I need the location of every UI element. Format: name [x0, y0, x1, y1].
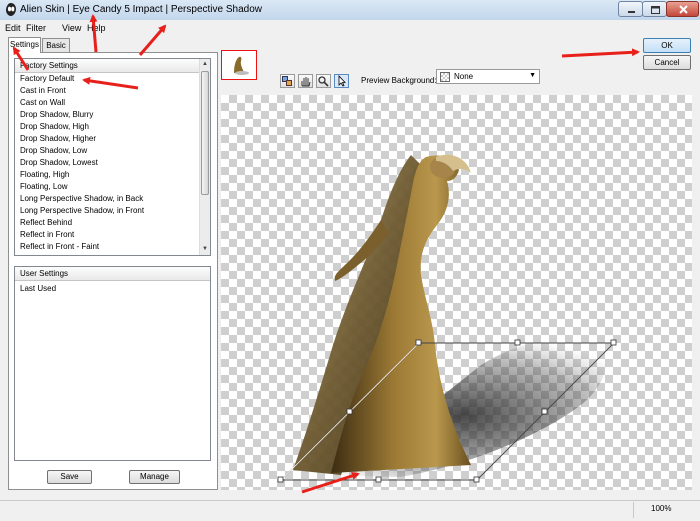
list-scrollbar[interactable]: ▲ ▼ — [199, 59, 210, 255]
list-item[interactable]: Factory Default — [20, 73, 74, 85]
list-item[interactable]: Reflect Behind — [20, 217, 72, 229]
maximize-icon — [651, 6, 660, 14]
list-item[interactable]: Reflect in Front — [20, 229, 74, 241]
chevron-down-icon[interactable]: ▼ — [529, 72, 536, 79]
save-button[interactable]: Save — [47, 470, 92, 484]
minimize-button[interactable] — [618, 1, 643, 17]
annotation-arrow — [561, 48, 640, 58]
window-title: Alien Skin | Eye Candy 5 Impact | Perspe… — [20, 4, 262, 15]
preview-background-value: None — [454, 72, 474, 81]
minimize-icon — [628, 11, 635, 13]
cancel-button[interactable]: Cancel — [643, 55, 691, 70]
thumbnail-image — [222, 51, 256, 79]
list-item[interactable]: Drop Shadow, Lowest — [20, 157, 98, 169]
tab-settings[interactable]: Settings — [8, 37, 41, 53]
list-item[interactable]: Drop Shadow, Higher — [20, 133, 96, 145]
list-item[interactable]: Reflect in Front - Faint — [20, 241, 99, 253]
zoom-tool-button[interactable] — [316, 74, 331, 88]
list-item[interactable]: Cast on Wall — [20, 97, 65, 109]
zoom-icon — [318, 76, 329, 87]
list-item[interactable]: Drop Shadow, High — [20, 121, 89, 133]
manage-button[interactable]: Manage — [129, 470, 180, 484]
preview-toggle-icon — [282, 76, 292, 86]
hand-tool-button[interactable] — [298, 74, 313, 88]
maximize-button[interactable] — [642, 1, 667, 17]
list-item[interactable]: Long Perspective Shadow, in Front — [20, 205, 144, 217]
user-settings-header: User Settings — [15, 267, 210, 281]
preview-image — [277, 154, 617, 483]
list-item[interactable]: Drop Shadow, Blurry — [20, 109, 93, 121]
preview-background-select[interactable]: None ▼ — [436, 69, 540, 84]
hand-icon — [301, 77, 311, 87]
user-settings-list[interactable]: User Settings Last Used — [14, 266, 211, 461]
list-item[interactable]: Floating, High — [20, 169, 69, 181]
close-icon — [679, 5, 688, 14]
factory-settings-header: Factory Settings — [15, 59, 210, 73]
list-item[interactable]: Cast in Front — [20, 85, 66, 97]
navigator-thumbnail[interactable] — [221, 50, 257, 80]
background-swatch — [440, 72, 450, 82]
scroll-up-icon[interactable]: ▲ — [200, 59, 210, 70]
preview-toggle-button[interactable] — [280, 74, 295, 88]
menu-help[interactable]: Help — [87, 23, 106, 33]
tab-basic[interactable]: Basic — [42, 38, 70, 52]
list-item[interactable]: Last Used — [20, 283, 56, 295]
status-bar — [0, 500, 700, 521]
factory-settings-list[interactable]: Factory Settings Factory Default Cast in… — [14, 58, 211, 256]
zoom-level: 100% — [651, 504, 672, 513]
preview-canvas[interactable] — [221, 95, 692, 490]
list-item[interactable]: Drop Shadow, Low — [20, 145, 87, 157]
list-item[interactable]: Long Perspective Shadow, in Back — [20, 193, 143, 205]
close-button[interactable] — [666, 1, 699, 17]
menu-edit[interactable]: Edit — [5, 23, 21, 33]
scroll-thumb[interactable] — [201, 71, 209, 195]
app-logo-icon — [5, 3, 17, 16]
menu-filter[interactable]: Filter — [26, 23, 46, 33]
scroll-down-icon[interactable]: ▼ — [200, 244, 210, 255]
arrow-tool-button[interactable] — [334, 74, 349, 88]
list-item[interactable]: Floating, Low — [20, 181, 68, 193]
arrow-pointer-icon — [338, 74, 346, 87]
status-divider — [633, 502, 634, 518]
preview-background-label: Preview Background: — [361, 76, 437, 85]
menu-view[interactable]: View — [62, 23, 81, 33]
ok-button[interactable]: OK — [643, 38, 691, 53]
